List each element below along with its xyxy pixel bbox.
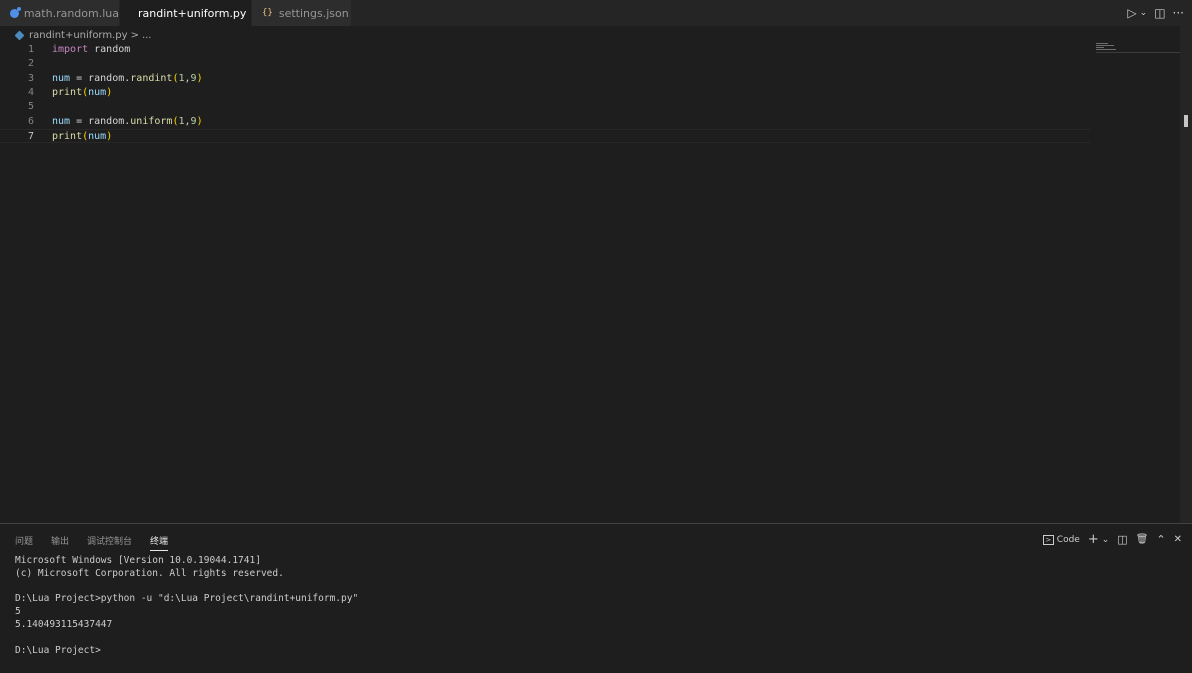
editor-scrollbar[interactable] <box>1180 26 1192 523</box>
json-file-icon: {} <box>262 8 273 18</box>
tab-label: randint+uniform.py <box>138 6 247 20</box>
code-token: num <box>88 86 107 98</box>
panel-tabs: 问题 输出 调试控制台 终端 <box>15 534 169 551</box>
editor-tab-bar: math.random.lua randint+uniform.py ✕ {} … <box>0 0 1192 26</box>
code-token: ) <box>196 115 203 127</box>
line-number: 5 <box>27 101 34 113</box>
tab-output[interactable]: 输出 <box>51 534 69 551</box>
split-editor-icon[interactable]: ◫ <box>1154 6 1165 20</box>
code-token: import <box>52 44 89 55</box>
line-number: 6 <box>27 115 34 127</box>
python-file-icon <box>14 30 25 40</box>
code-line[interactable]: 6 num = random.uniform(1,9) <box>0 115 1090 129</box>
tab-randint-uniform-py[interactable]: randint+uniform.py ✕ <box>120 0 266 26</box>
add-terminal-menu-icon[interactable]: ⌄ <box>1102 535 1110 545</box>
code-token: randint <box>130 72 173 84</box>
code-token: print <box>52 130 83 142</box>
code-token: = random. <box>70 72 131 84</box>
terminal-output[interactable]: Microsoft Windows [Version 10.0.19044.17… <box>15 555 358 657</box>
code-token: uniform <box>130 115 173 127</box>
tab-debug-console[interactable]: 调试控制台 <box>87 534 132 551</box>
terminal-line: D:\Lua Project>python -u "d:\Lua Project… <box>15 593 359 605</box>
maximize-panel-icon[interactable]: ⌃ <box>1156 533 1165 546</box>
code-token: = random. <box>70 115 131 127</box>
more-actions-icon[interactable]: ··· <box>1173 6 1184 20</box>
terminal-name[interactable]: Code <box>1057 535 1080 545</box>
code-token: ) <box>106 86 113 98</box>
tab-math-random-lua[interactable]: math.random.lua <box>0 0 120 26</box>
add-terminal-icon[interactable]: + <box>1088 532 1099 547</box>
terminal-line: 5.140493115437447 <box>15 618 113 630</box>
code-token: random <box>88 44 131 55</box>
python-file-icon <box>129 10 135 16</box>
code-token: print <box>52 86 83 98</box>
code-text: import random <box>52 43 130 57</box>
line-number: 2 <box>27 58 34 70</box>
breadcrumb-separator: > <box>130 29 139 41</box>
terminal-line: (c) Microsoft Corporation. All rights re… <box>15 567 284 579</box>
line-number: 1 <box>27 44 34 55</box>
tab-terminal[interactable]: 终端 <box>150 534 169 551</box>
code-text: print(num) <box>52 86 112 100</box>
trash-icon[interactable]: 🗑 <box>1136 534 1149 545</box>
code-text: num = random.randint(1,9) <box>52 72 203 86</box>
code-line[interactable]: 3 num = random.randint(1,9) <box>0 72 1090 86</box>
minimap[interactable] <box>1096 43 1116 53</box>
code-token: num <box>52 72 71 84</box>
terminal-line: D:\Lua Project> <box>15 644 101 656</box>
code-token: num <box>88 130 107 142</box>
code-text: print(num) <box>52 130 112 144</box>
code-token: ) <box>106 130 113 142</box>
tab-problems[interactable]: 问题 <box>15 534 33 551</box>
line-number: 4 <box>27 86 34 98</box>
line-number: 7 <box>27 130 34 142</box>
code-line[interactable]: 1 import random <box>0 43 1090 57</box>
tab-label: math.random.lua <box>23 6 119 20</box>
split-terminal-icon[interactable]: ◫ <box>1117 533 1127 546</box>
code-text: num = random.uniform(1,9) <box>52 115 203 129</box>
code-editor[interactable]: 1 import random 2 3 num = random.randint(1,9… <box>0 43 1180 523</box>
tab-label: settings.json <box>278 6 349 20</box>
panel-actions: > Code + ⌄ ◫ 🗑 ⌃ ✕ <box>1042 532 1182 547</box>
code-token: ) <box>196 72 203 84</box>
lua-file-icon <box>10 6 21 18</box>
run-icon[interactable]: ▷ <box>1127 6 1136 20</box>
scrollbar-thumb[interactable] <box>1184 115 1188 127</box>
code-line[interactable]: 4 print(num) <box>0 86 1090 100</box>
terminal-line: Microsoft Windows [Version 10.0.19044.17… <box>15 555 261 566</box>
code-line[interactable]: 7 print(num) <box>0 128 1090 144</box>
tab-settings-json[interactable]: {} settings.json <box>252 0 352 26</box>
code-token: num <box>52 115 71 127</box>
breadcrumb: randint+uniform.py > ... <box>14 28 152 42</box>
code-line[interactable]: 2 <box>0 57 1090 71</box>
bottom-panel: 问题 输出 调试控制台 终端 > Code + ⌄ ◫ 🗑 ⌃ ✕ Micros… <box>0 523 1192 673</box>
close-panel-icon[interactable]: ✕ <box>1174 534 1182 545</box>
terminal-line: 5 <box>15 606 21 618</box>
editor-actions: ▷ ⌄ ◫ ··· <box>1127 0 1184 26</box>
code-line[interactable]: 5 <box>0 100 1090 114</box>
breadcrumb-rest[interactable]: ... <box>142 30 152 41</box>
terminal-icon: > <box>1042 534 1054 545</box>
breadcrumb-file[interactable]: randint+uniform.py <box>29 30 128 41</box>
run-menu-chevron-icon[interactable]: ⌄ <box>1140 8 1148 18</box>
line-number: 3 <box>27 72 34 84</box>
